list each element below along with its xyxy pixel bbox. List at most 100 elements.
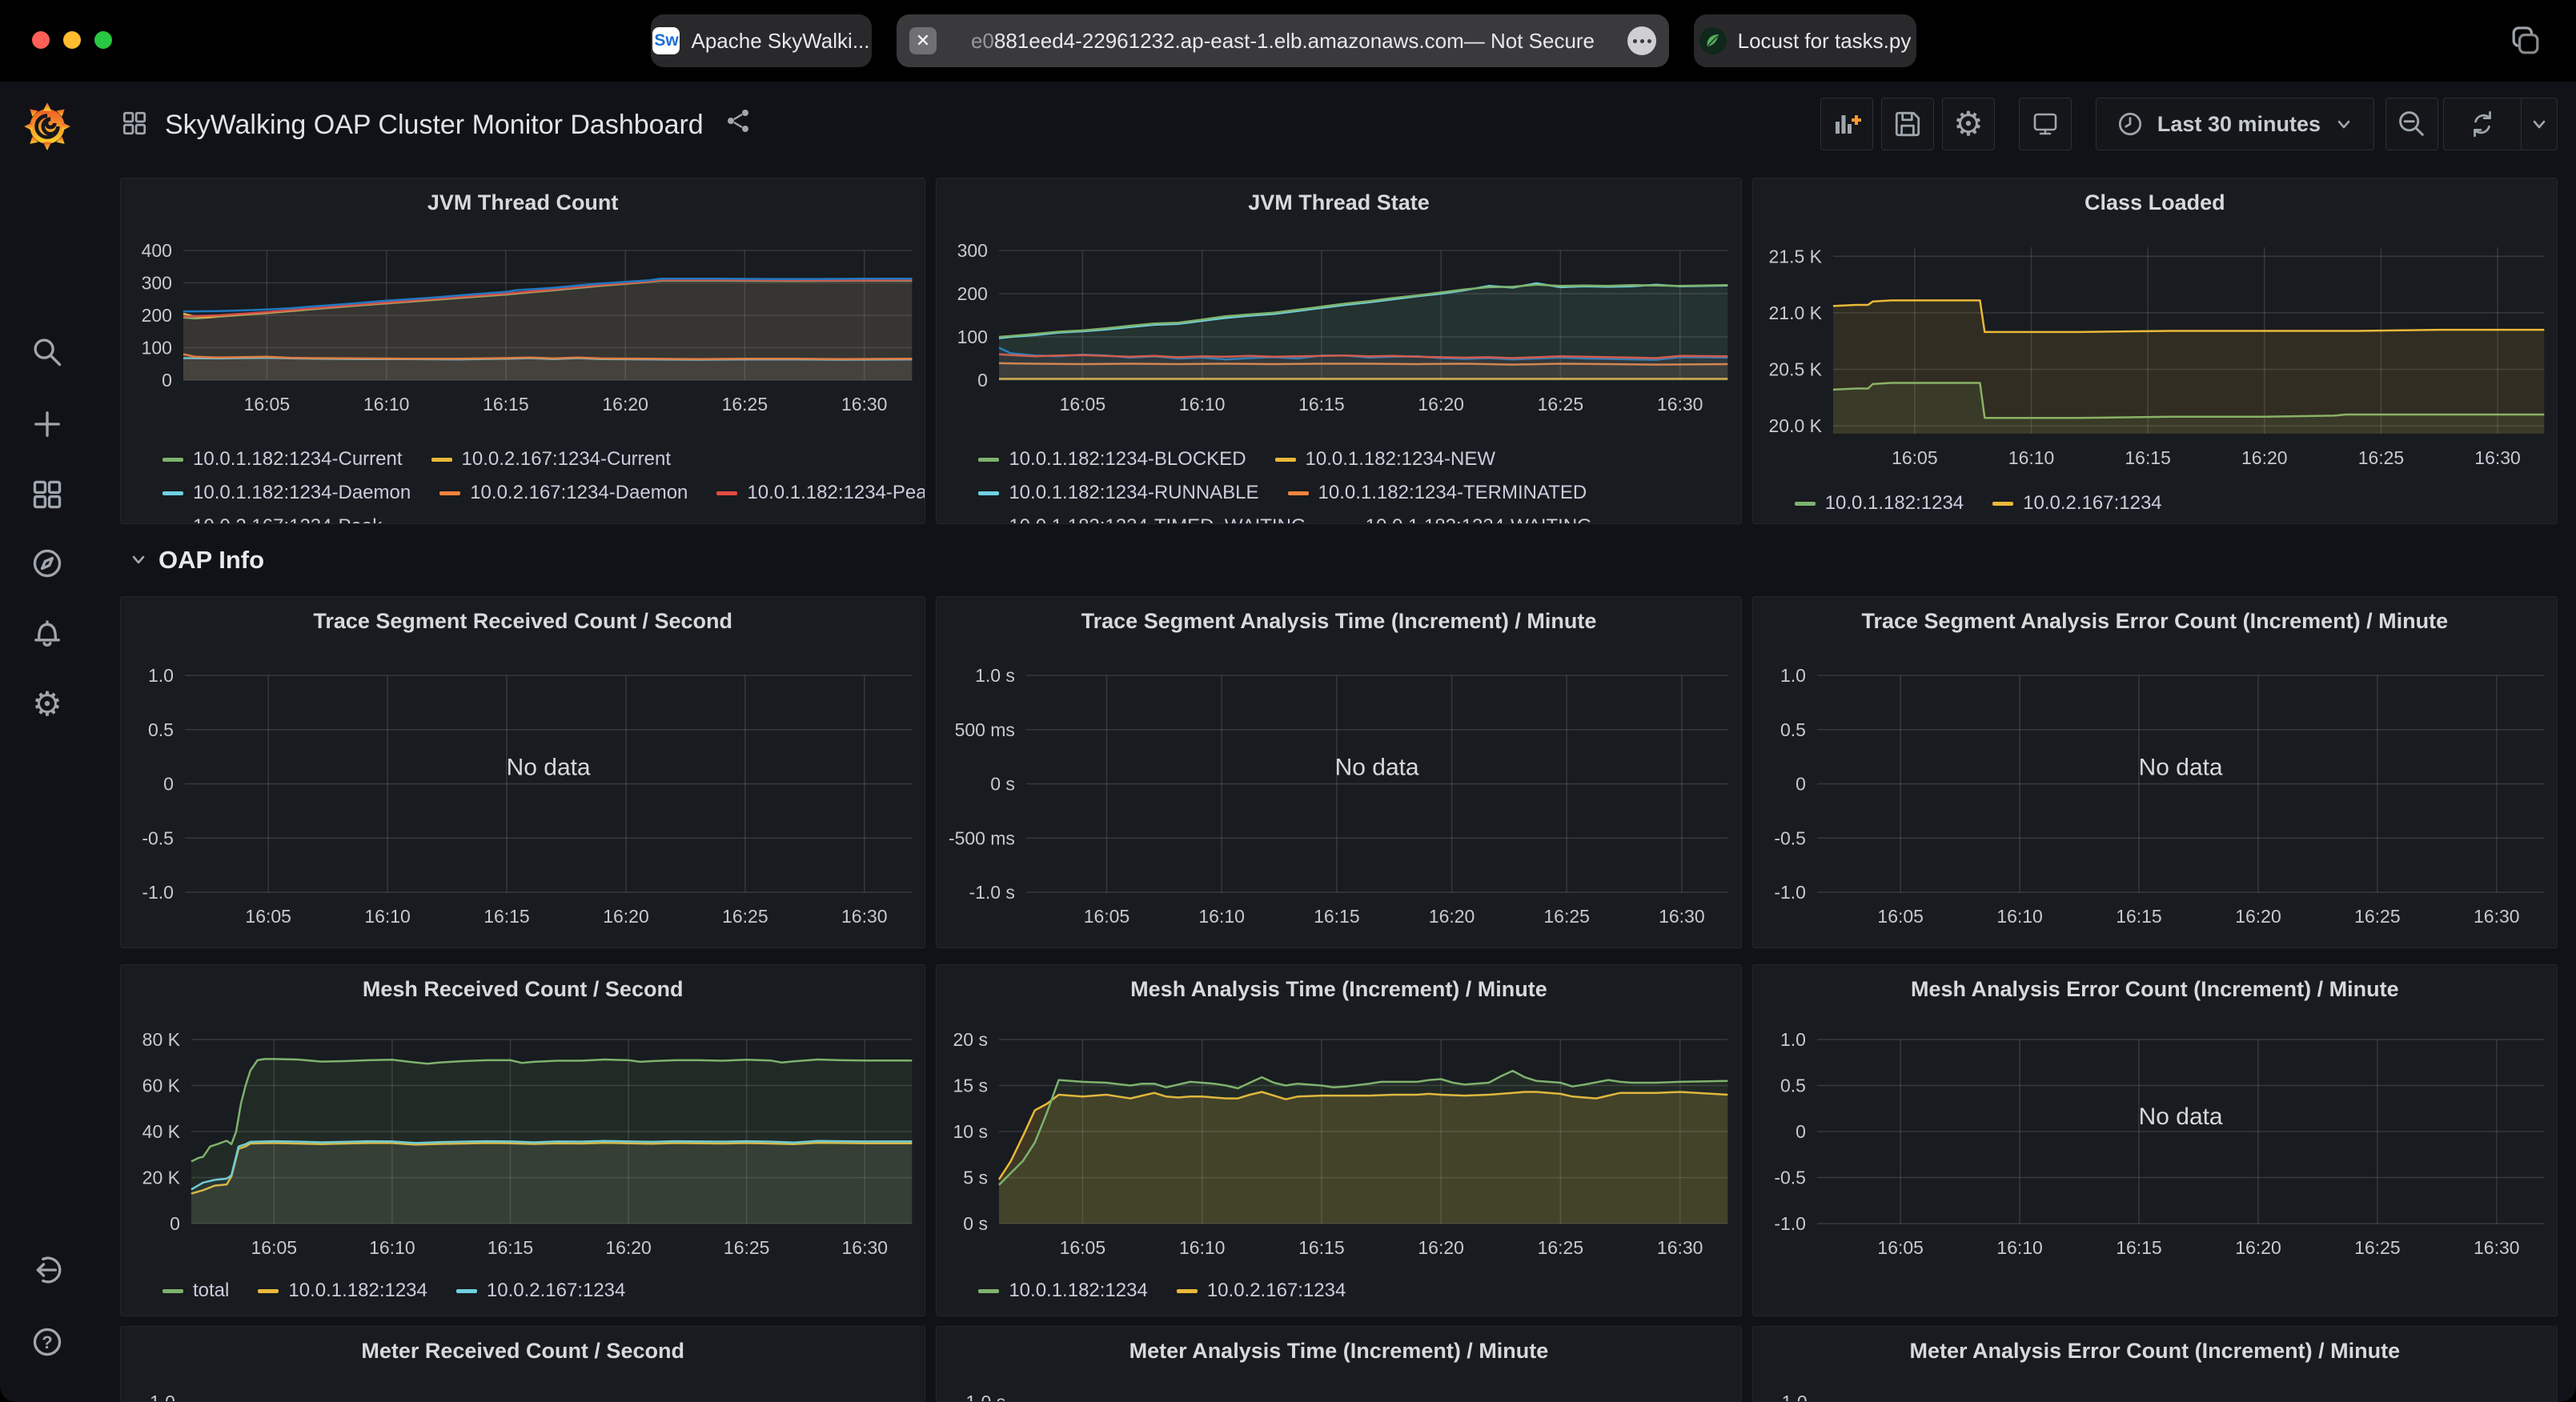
legend-item[interactable]: 10.0.2.167:1234-Peak <box>163 515 382 523</box>
sidebar-explore-icon[interactable] <box>23 539 71 587</box>
legend-item[interactable]: 10.0.1.182:1234-NEW <box>1275 448 1495 471</box>
section-label: OAP Info <box>158 546 264 575</box>
svg-text:16:25: 16:25 <box>2354 1237 2401 1258</box>
panel-title[interactable]: Trace Segment Analysis Time (Increment) … <box>937 597 1740 642</box>
legend-item[interactable]: 10.0.1.182:1234-TERMINATED <box>1288 482 1587 504</box>
svg-text:1.0: 1.0 <box>148 665 174 686</box>
trace-analysis-error-chart[interactable]: 16:0516:1016:1516:2016:2516:30-1.0-0.500… <box>1753 642 2557 948</box>
apps-grid-icon[interactable] <box>120 109 149 142</box>
sidebar-dashboards-icon[interactable] <box>23 471 71 519</box>
panel-title[interactable]: JVM Thread State <box>937 178 1740 223</box>
panel-title[interactable]: Mesh Analysis Time (Increment) / Minute <box>937 965 1740 1010</box>
panel-title[interactable]: Trace Segment Analysis Error Count (Incr… <box>1753 597 2557 642</box>
cycle-view-button[interactable] <box>2019 98 2072 150</box>
mesh-analysis-error-chart[interactable]: 16:0516:1016:1516:2016:2516:30-1.0-0.500… <box>1753 1010 2557 1274</box>
sidebar-alerting-icon[interactable] <box>23 610 71 658</box>
panel-title[interactable]: Mesh Received Count / Second <box>121 965 925 1010</box>
dashboard-header: SkyWalking OAP Cluster Monitor Dashboard… <box>94 82 2576 168</box>
legend-item[interactable]: 10.0.1.182:1234-BLOCKED <box>978 448 1246 471</box>
page-title[interactable]: SkyWalking OAP Cluster Monitor Dashboard <box>165 110 704 141</box>
sidebar-signin-icon[interactable] <box>23 1246 71 1294</box>
legend-item[interactable]: 10.0.2.167:1234 <box>1992 492 2162 515</box>
tab-locust[interactable]: Locust for tasks.py <box>1694 14 1916 67</box>
svg-text:0.5: 0.5 <box>1780 719 1806 740</box>
panel-trace-received: Trace Segment Received Count / Second 16… <box>120 596 925 948</box>
trace-received-chart[interactable]: 16:0516:1016:1516:2016:2516:30-1.0-0.500… <box>121 642 925 948</box>
legend-item[interactable]: 10.0.2.167:1234-Daemon <box>439 482 688 504</box>
svg-text:16:25: 16:25 <box>724 1237 770 1258</box>
window-close-button[interactable] <box>32 31 50 49</box>
refresh-interval-dropdown[interactable] <box>2522 98 2557 150</box>
sidebar-help-icon[interactable]: ? <box>23 1318 71 1366</box>
panel-title[interactable]: Trace Segment Received Count / Second <box>121 597 925 642</box>
legend-item[interactable]: 10.0.1.182:1234-Current <box>163 448 403 471</box>
svg-text:-0.5: -0.5 <box>1774 827 1806 848</box>
svg-text:21.0 K: 21.0 K <box>1768 302 1822 323</box>
mesh-received-chart[interactable]: 16:0516:1016:1516:2016:2516:30020 K40 K6… <box>121 1010 925 1274</box>
legend-label: 10.0.1.182:1234 <box>1009 1280 1148 1302</box>
add-panel-button[interactable] <box>1820 98 1873 150</box>
legend-item[interactable]: 10.0.1.182:1234-RUNNABLE <box>978 482 1258 504</box>
panel-title[interactable]: JVM Thread Count <box>121 178 925 223</box>
legend-item[interactable]: 10.0.1.182:1234-WAITING <box>1335 515 1592 523</box>
svg-text:16:15: 16:15 <box>1298 1237 1345 1258</box>
jvm-thread-state-chart[interactable]: 16:0516:1016:1516:2016:2516:300100200300 <box>937 223 1740 443</box>
refresh-button[interactable] <box>2444 98 2522 150</box>
svg-text:100: 100 <box>142 337 172 358</box>
svg-text:16:25: 16:25 <box>722 906 768 927</box>
dashboard-settings-button[interactable]: ⚙ <box>1942 98 1995 150</box>
legend-swatch-icon <box>1795 502 1816 506</box>
sidebar-search-icon[interactable] <box>23 328 71 376</box>
skywalking-favicon: Sw <box>652 27 680 54</box>
grafana-logo[interactable] <box>21 99 74 152</box>
tab-more-icon[interactable] <box>1627 26 1656 55</box>
legend-item[interactable]: 10.0.1.182:1234 <box>258 1280 427 1302</box>
panel-title[interactable]: Meter Analysis Error Count (Increment) /… <box>1753 1327 2557 1372</box>
jvm-thread-count-chart[interactable]: 16:0516:1016:1516:2016:2516:300100200300… <box>121 223 925 443</box>
svg-text:400: 400 <box>142 240 172 261</box>
legend-item[interactable]: 10.0.1.182:1234 <box>1795 492 1964 515</box>
legend-item[interactable]: 10.0.2.167:1234-Current <box>431 448 672 471</box>
legend-item[interactable]: 10.0.1.182:1234-TIMED_WAITING <box>978 515 1306 523</box>
tab-close-icon[interactable]: ✕ <box>909 27 937 54</box>
svg-text:20 K: 20 K <box>142 1167 181 1188</box>
panel-title[interactable]: Mesh Analysis Error Count (Increment) / … <box>1753 965 2557 1010</box>
legend-item[interactable]: 10.0.2.167:1234 <box>1177 1280 1346 1302</box>
legend-item[interactable]: 10.0.1.182:1234-Peak <box>716 482 925 504</box>
svg-text:60 K: 60 K <box>142 1075 181 1096</box>
browser-tab-bar: Sw Apache SkyWalki... ✕ e0881eed4-229612… <box>0 0 2576 82</box>
trace-analysis-time-chart[interactable]: 16:0516:1016:1516:2016:2516:30-1.0 s-500… <box>937 642 1740 948</box>
legend-item[interactable]: 10.0.2.167:1234 <box>456 1280 626 1302</box>
window-zoom-button[interactable] <box>94 31 112 49</box>
save-dashboard-button[interactable] <box>1881 98 1934 150</box>
share-icon[interactable] <box>724 107 752 138</box>
legend-swatch-icon <box>978 1289 999 1293</box>
panel-title[interactable]: Meter Analysis Time (Increment) / Minute <box>937 1327 1740 1372</box>
tab-locust-label: Locust for tasks.py <box>1738 29 1912 54</box>
legend-row: total 10.0.1.182:1234 10.0.2.167:1234 <box>121 1274 925 1308</box>
sidebar-configuration-icon[interactable]: ⚙ <box>23 680 71 728</box>
svg-text:0.5: 0.5 <box>148 719 174 740</box>
panel-title[interactable]: Class Loaded <box>1753 178 2557 223</box>
window-minimize-button[interactable] <box>63 31 81 49</box>
locust-favicon <box>1699 27 1727 54</box>
legend-item[interactable]: total <box>163 1280 229 1302</box>
svg-text:No data: No data <box>2138 1104 2222 1130</box>
svg-text:16:05: 16:05 <box>245 906 291 927</box>
sidebar-create-icon[interactable] <box>23 400 71 448</box>
tab-overview-icon[interactable] <box>2509 24 2542 62</box>
svg-text:16:10: 16:10 <box>363 394 410 415</box>
svg-text:16:05: 16:05 <box>1877 906 1924 927</box>
tab-grafana-active[interactable]: ✕ e0881eed4-22961232.ap-east-1.elb.amazo… <box>897 14 1669 67</box>
section-row-oap-info[interactable]: OAP Info <box>120 524 2558 596</box>
time-range-picker[interactable]: Last 30 minutes <box>2096 98 2374 150</box>
svg-text:16:05: 16:05 <box>244 394 291 415</box>
class-loaded-chart[interactable]: 16:0516:1016:1516:2016:2516:3020.0 K20.5… <box>1753 223 2557 487</box>
mesh-analysis-time-chart[interactable]: 16:0516:1016:1516:2016:2516:300 s5 s10 s… <box>937 1010 1740 1274</box>
svg-text:16:15: 16:15 <box>488 1237 534 1258</box>
zoom-out-button[interactable] <box>2385 98 2438 150</box>
panel-title[interactable]: Meter Received Count / Second <box>121 1327 925 1372</box>
tab-skywalking[interactable]: Sw Apache SkyWalki... <box>651 14 872 67</box>
legend-item[interactable]: 10.0.1.182:1234 <box>978 1280 1148 1302</box>
legend-item[interactable]: 10.0.1.182:1234-Daemon <box>163 482 411 504</box>
